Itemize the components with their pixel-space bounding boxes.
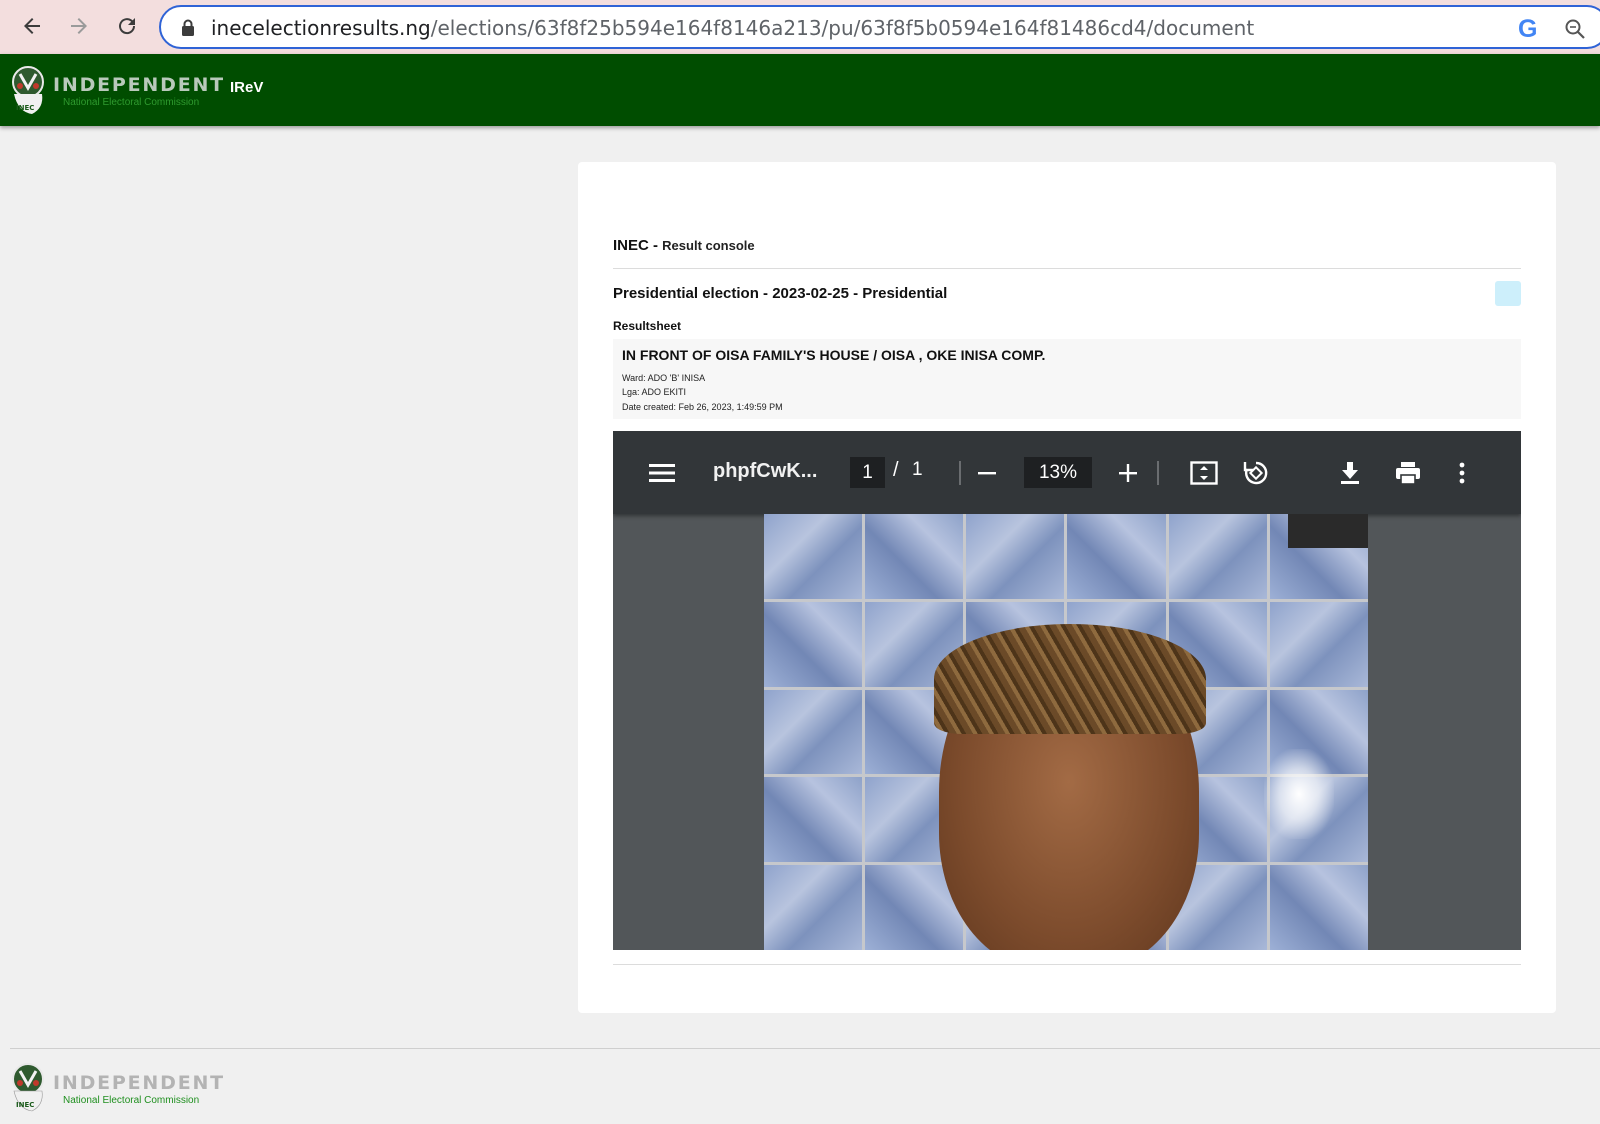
braided-hair [934,624,1206,734]
lga-text: Lga: ADO EKITI [622,387,687,397]
pdf-viewer[interactable]: phpfCwK... 1 / 1 13% [613,431,1521,950]
page-number-input[interactable]: 1 [850,457,885,488]
fit-to-page-icon [1190,461,1218,485]
page-separator: / [893,459,899,481]
resultsheet-label: Resultsheet [613,319,682,333]
fit-page-button[interactable] [1189,458,1219,488]
download-icon [1341,462,1359,484]
zoom-in-button[interactable] [1113,458,1143,488]
inec-emblem-icon: INEC [12,1063,44,1112]
hamburger-menu-icon [649,464,675,482]
pdf-document-name: phpfCwK... [713,460,818,482]
rotate-button[interactable] [1241,458,1271,488]
nav-item-irev[interactable]: IReV [230,79,263,96]
toolbar-divider [959,461,961,485]
ward-text: Ward: ADO 'B' INISA [622,373,706,383]
rotate-icon [1243,461,1268,485]
print-button[interactable] [1393,458,1423,488]
more-options-button[interactable] [1447,458,1477,488]
zoom-out-button[interactable] [972,458,1002,488]
footer-divider [10,1048,1600,1049]
inec-emblem-icon: INEC [12,66,44,114]
polling-unit-info: IN FRONT OF OISA FAMILY'S HOUSE / OISA ,… [613,339,1521,419]
light-reflection [1264,749,1334,839]
divider [613,964,1521,965]
divider [613,268,1521,269]
browser-toolbar: inecelectionresults.ng/elections/63f8f25… [0,0,1600,54]
plus-icon [1119,464,1137,482]
pdf-page-image [764,514,1368,950]
brand-title: INDEPENDENT [53,74,225,96]
footer-brand-subtitle: National Electoral Commission [63,1095,200,1106]
reload-button[interactable] [109,8,145,44]
console-subtitle: Result console [662,238,755,253]
page-total: 1 [912,459,923,480]
election-title: Presidential election - 2023-02-25 - Pre… [613,285,948,302]
svg-text:INEC: INEC [16,104,34,112]
footer-inec-logo: INEC [8,1061,48,1113]
date-created-text: Date created: Feb 26, 2023, 1:49:59 PM [622,402,783,412]
more-vertical-icon [1459,462,1465,484]
url-text[interactable]: inecelectionresults.ng/elections/63f8f25… [211,16,1254,40]
footer-brand-title: INDEPENDENT [53,1072,225,1094]
google-lens-icon[interactable]: G [1518,15,1537,44]
minus-icon [978,472,996,475]
reload-icon [119,18,136,35]
picture-frame-corner [1288,514,1368,548]
app-header: INEC INDEPENDENT National Electoral Comm… [0,54,1600,126]
lock-icon [182,19,194,36]
console-heading: INEC - Result console [613,237,755,254]
url-host: inecelectionresults.ng [211,16,431,40]
status-badge[interactable] [1495,281,1521,306]
polling-unit-name: IN FRONT OF OISA FAMILY'S HOUSE / OISA ,… [622,347,1046,363]
pdf-toolbar: phpfCwK... 1 / 1 13% [613,431,1521,514]
arrow-right-icon [71,18,87,34]
toolbar-divider [1157,461,1159,485]
print-icon [1396,462,1420,485]
address-bar[interactable]: inecelectionresults.ng/elections/63f8f25… [159,5,1600,49]
download-button[interactable] [1335,458,1365,488]
forward-button[interactable] [61,8,97,44]
result-card: INEC - Result console Presidential elect… [578,162,1556,1013]
arrow-left-icon [24,18,40,34]
menu-button[interactable] [647,458,677,488]
console-title: INEC - [613,237,663,254]
inec-logo[interactable]: INEC [8,64,48,116]
zoom-icon[interactable] [1564,18,1586,40]
url-path: /elections/63f8f25b594e164f8146a213/pu/6… [430,16,1255,40]
back-button[interactable] [14,8,50,44]
brand-subtitle: National Electoral Commission [63,97,200,108]
zoom-level-input[interactable]: 13% [1024,457,1092,488]
svg-text:INEC: INEC [16,1101,34,1109]
